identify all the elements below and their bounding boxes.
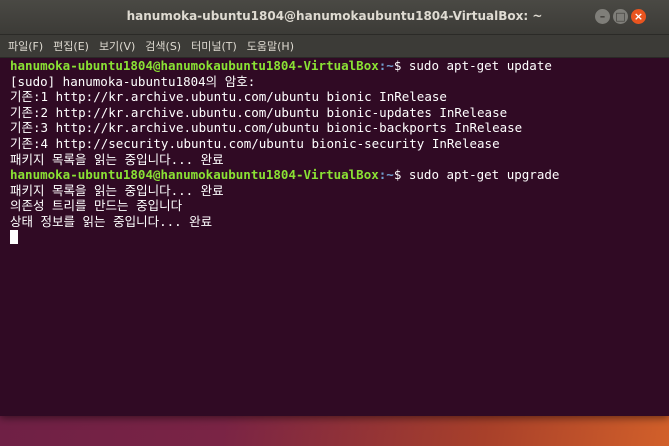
output-line: 상태 정보를 읽는 중입니다... 완료 [10, 213, 213, 229]
maximize-button[interactable]: □ [613, 9, 628, 24]
terminal-window: hanumoka-ubuntu1804@hanumokaubuntu1804-V… [0, 0, 669, 416]
menu-search[interactable]: 검색(S) [145, 36, 181, 56]
output-line: 의존성 트리를 만드는 중입니다 [10, 198, 183, 214]
command-text: sudo apt-get update [401, 58, 552, 73]
title-bar[interactable]: hanumoka-ubuntu1804@hanumokaubuntu1804-V… [0, 0, 669, 35]
terminal-output-area[interactable]: hanumoka-ubuntu1804@hanumokaubuntu1804-V… [0, 58, 669, 416]
cursor-line [10, 229, 659, 246]
output-line: 기존:4 http://security.ubuntu.com/ubuntu b… [10, 135, 500, 151]
output-line: 패키지 목록을 읽는 중입니다... 완료 [10, 182, 224, 198]
prompt-user-host: hanumoka-ubuntu1804@hanumokaubuntu1804-V… [10, 167, 379, 183]
menu-view[interactable]: 보기(V) [99, 36, 135, 56]
window-title: hanumoka-ubuntu1804@hanumokaubuntu1804-V… [126, 9, 543, 23]
menu-edit[interactable]: 편집(E) [53, 36, 89, 56]
text-cursor [10, 229, 18, 244]
menu-help[interactable]: 도움말(H) [247, 36, 294, 56]
menu-bar: 파일(F) 편집(E) 보기(V) 검색(S) 터미널(T) 도움말(H) [0, 35, 669, 58]
output-line: 기존:3 http://kr.archive.ubuntu.com/ubuntu… [10, 120, 523, 136]
desktop-background [0, 416, 669, 446]
output-line: 기존:2 http://kr.archive.ubuntu.com/ubuntu… [10, 104, 508, 120]
output-line: 기존:1 http://kr.archive.ubuntu.com/ubuntu… [10, 89, 447, 105]
close-button[interactable]: × [631, 9, 646, 24]
output-line: 패키지 목록을 읽는 중입니다... 완료 [10, 151, 224, 167]
prompt-line: hanumoka-ubuntu1804@hanumokaubuntu1804-V… [10, 58, 659, 74]
prompt-path: :~ [378, 167, 394, 183]
prompt-user-host: hanumoka-ubuntu1804@hanumokaubuntu1804-V… [10, 58, 379, 73]
command-text: sudo apt-get upgrade [401, 167, 560, 183]
output-line: [sudo] hanumoka-ubuntu1804의 암호: [10, 73, 256, 89]
prompt-line: hanumoka-ubuntu1804@hanumokaubuntu1804-V… [10, 167, 659, 183]
menu-file[interactable]: 파일(F) [8, 36, 43, 56]
prompt-path: :~ [378, 58, 394, 73]
minimize-button[interactable]: – [595, 9, 610, 24]
menu-terminal[interactable]: 터미널(T) [191, 36, 237, 56]
